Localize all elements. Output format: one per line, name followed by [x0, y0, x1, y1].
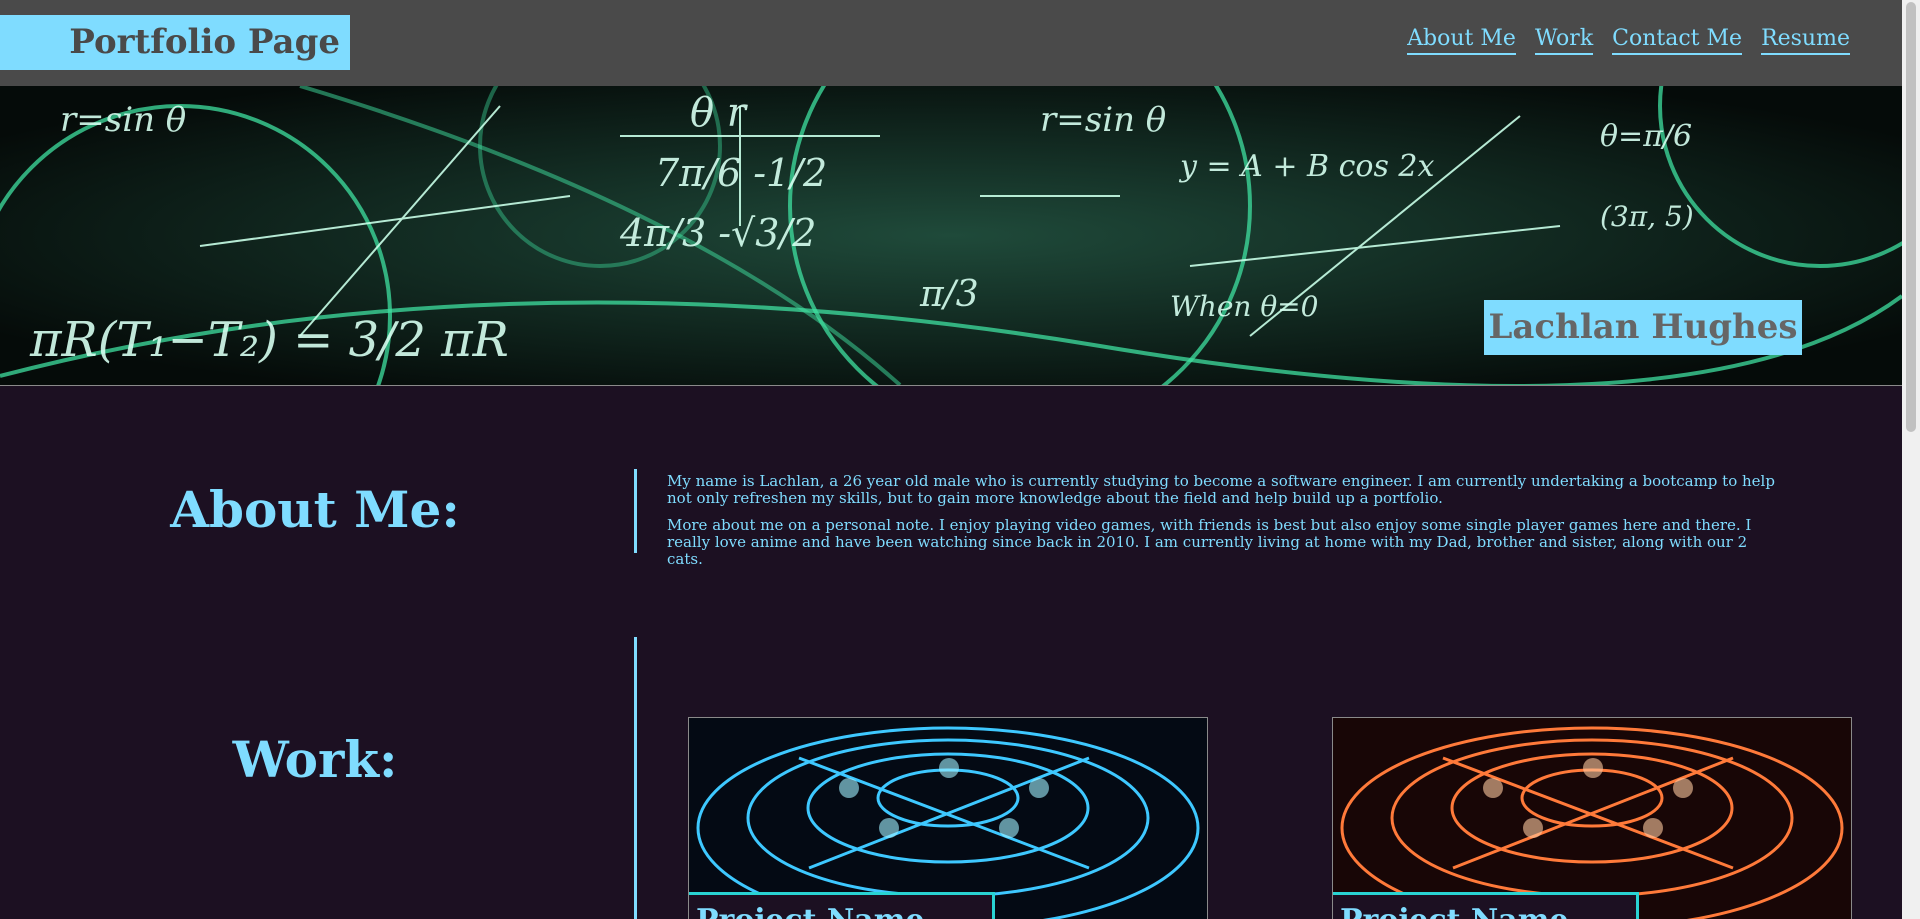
work-divider — [634, 637, 637, 919]
project-name-label: Project Name — [689, 892, 995, 919]
page-scrollbar[interactable] — [1902, 0, 1920, 919]
svg-text:πR(T₁−T₂) = 3/2 πR: πR(T₁−T₂) = 3/2 πR — [29, 312, 509, 368]
svg-text:θ r: θ r — [690, 90, 749, 136]
svg-text:y = A + B cos 2x: y = A + B cos 2x — [1178, 149, 1434, 184]
hero-banner: r=sin θ θ r 7π/6 -1/2 4π/3 -√3/2 πR(T₁−T… — [0, 86, 1902, 386]
project-name-label: Project Name — [1333, 892, 1639, 919]
project-image-blue-circle — [689, 718, 1207, 919]
about-paragraph: More about me on a personal note. I enjo… — [667, 516, 1752, 568]
svg-text:When θ=0: When θ=0 — [1170, 290, 1318, 323]
main-nav: About Me Work Contact Me Resume — [1407, 26, 1850, 55]
about-heading: About Me: — [170, 480, 460, 539]
svg-text:r=sin θ: r=sin θ — [60, 100, 186, 140]
svg-text:(3π, 5): (3π, 5) — [1600, 200, 1694, 233]
project-card-2[interactable]: Project Name — [1332, 717, 1852, 919]
scrollbar-thumb[interactable] — [1906, 2, 1916, 432]
portfolio-page: Portfolio Page About Me Work Contact Me … — [0, 0, 1920, 919]
svg-text:π/3: π/3 — [919, 274, 979, 315]
project-card-1[interactable]: Project Name — [688, 717, 1208, 919]
about-paragraph: My name is Lachlan, a 26 year old male w… — [667, 472, 1775, 507]
brand-title: Portfolio Page — [0, 15, 350, 70]
svg-text:4π/3 -√3/2: 4π/3 -√3/2 — [619, 211, 816, 255]
nav-link-about-me[interactable]: About Me — [1407, 26, 1516, 55]
site-header: Portfolio Page About Me Work Contact Me … — [0, 0, 1902, 87]
project-image-orange-circle — [1333, 718, 1851, 919]
hero-name-badge: Lachlan Hughes — [1484, 300, 1802, 355]
svg-text:7π/6 -1/2: 7π/6 -1/2 — [655, 151, 827, 195]
nav-link-work[interactable]: Work — [1534, 26, 1594, 55]
nav-link-resume[interactable]: Resume — [1761, 26, 1850, 55]
svg-text:θ=π/6: θ=π/6 — [1600, 119, 1692, 154]
svg-text:r=sin θ: r=sin θ — [1040, 100, 1166, 140]
nav-link-contact-me[interactable]: Contact Me — [1612, 26, 1743, 55]
work-heading: Work: — [232, 730, 398, 789]
about-text: My name is Lachlan, a 26 year old male w… — [634, 469, 1784, 568]
